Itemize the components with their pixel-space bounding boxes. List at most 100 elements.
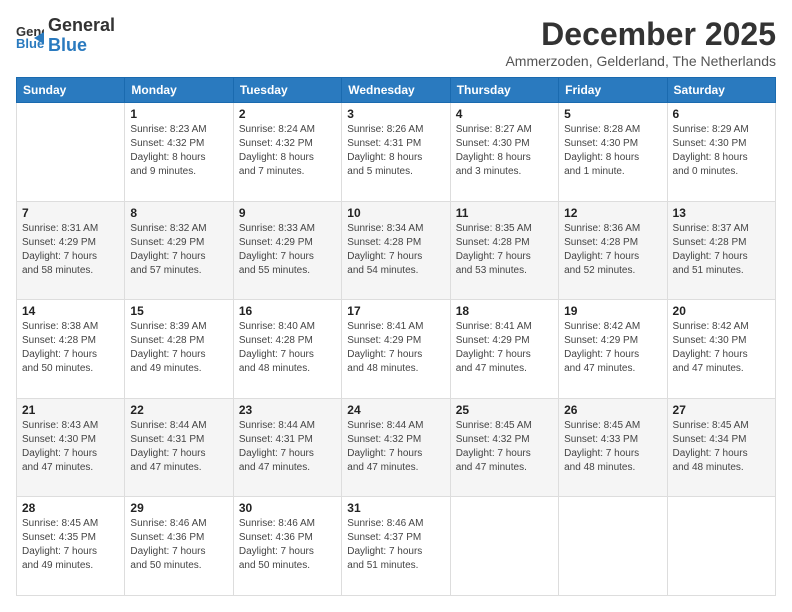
day-info: Sunrise: 8:37 AMSunset: 4:28 PMDaylight:…: [673, 222, 770, 278]
logo-text-general: General: [48, 16, 115, 36]
day-number: 1: [130, 107, 227, 121]
day-info: Sunrise: 8:43 AMSunset: 4:30 PMDaylight:…: [22, 419, 119, 475]
day-cell-0-6: 6 Sunrise: 8:29 AMSunset: 4:30 PMDaylight…: [667, 103, 775, 202]
day-info: Sunrise: 8:26 AMSunset: 4:31 PMDaylight:…: [347, 123, 444, 179]
day-cell-2-1: 15Sunrise: 8:39 AMSunset: 4:28 PMDayligh…: [125, 300, 233, 399]
day-number: 8: [130, 206, 227, 220]
day-cell-2-0: 14Sunrise: 8:38 AMSunset: 4:28 PMDayligh…: [17, 300, 125, 399]
day-cell-3-2: 23Sunrise: 8:44 AMSunset: 4:31 PMDayligh…: [233, 398, 341, 497]
day-cell-4-1: 29 Sunrise: 8:46 AMSunset: 4:36 PMDayligh…: [125, 497, 233, 596]
title-section: December 2025 Ammerzoden, Gelderland, Th…: [505, 16, 776, 69]
day-info: Sunrise: 8:46 AMSunset: 4:37 PMDaylight:…: [347, 517, 444, 573]
day-cell-1-4: 11 Sunrise: 8:35 AMSunset: 4:28 PMDayligh…: [450, 201, 558, 300]
col-header-saturday: Saturday: [667, 78, 775, 103]
day-cell-2-5: 19 Sunrise: 8:42 AMSunset: 4:29 PMDayligh…: [559, 300, 667, 399]
col-header-thursday: Thursday: [450, 78, 558, 103]
day-number: 6: [673, 107, 770, 121]
logo-text-blue: Blue: [48, 36, 115, 56]
day-number: 11: [456, 206, 553, 220]
day-info: Sunrise: 8:31 AMSunset: 4:29 PMDaylight:…: [22, 222, 119, 278]
day-info: Sunrise: 8:44 AMSunset: 4:32 PMDaylight:…: [347, 419, 444, 475]
col-header-monday: Monday: [125, 78, 233, 103]
day-number: 27: [673, 403, 770, 417]
day-number: 23: [239, 403, 336, 417]
day-number: 26: [564, 403, 661, 417]
day-number: 16: [239, 304, 336, 318]
day-number: 31: [347, 501, 444, 515]
day-info: Sunrise: 8:46 AMSunset: 4:36 PMDaylight:…: [239, 517, 336, 573]
day-cell-2-4: 18Sunrise: 8:41 AMSunset: 4:29 PMDayligh…: [450, 300, 558, 399]
day-cell-3-0: 21Sunrise: 8:43 AMSunset: 4:30 PMDayligh…: [17, 398, 125, 497]
day-info: Sunrise: 8:34 AMSunset: 4:28 PMDaylight:…: [347, 222, 444, 278]
day-cell-2-6: 20 Sunrise: 8:42 AMSunset: 4:30 PMDayligh…: [667, 300, 775, 399]
day-cell-3-6: 27 Sunrise: 8:45 AMSunset: 4:34 PMDayligh…: [667, 398, 775, 497]
day-cell-1-3: 10Sunrise: 8:34 AMSunset: 4:28 PMDayligh…: [342, 201, 450, 300]
week-row-5: 28 Sunrise: 8:45 AMSunset: 4:35 PMDayligh…: [17, 497, 776, 596]
day-info: Sunrise: 8:45 AMSunset: 4:34 PMDaylight:…: [673, 419, 770, 475]
day-cell-1-0: 7 Sunrise: 8:31 AMSunset: 4:29 PMDaylight…: [17, 201, 125, 300]
day-cell-2-2: 16 Sunrise: 8:40 AMSunset: 4:28 PMDayligh…: [233, 300, 341, 399]
day-info: Sunrise: 8:28 AMSunset: 4:30 PMDaylight:…: [564, 123, 661, 179]
week-row-1: 1 Sunrise: 8:23 AMSunset: 4:32 PMDaylight…: [17, 103, 776, 202]
col-header-tuesday: Tuesday: [233, 78, 341, 103]
day-cell-0-4: 4 Sunrise: 8:27 AMSunset: 4:30 PMDaylight…: [450, 103, 558, 202]
location: Ammerzoden, Gelderland, The Netherlands: [505, 53, 776, 69]
day-cell-3-1: 22Sunrise: 8:44 AMSunset: 4:31 PMDayligh…: [125, 398, 233, 497]
day-number: 22: [130, 403, 227, 417]
day-cell-1-6: 13 Sunrise: 8:37 AMSunset: 4:28 PMDayligh…: [667, 201, 775, 300]
day-cell-3-4: 25 Sunrise: 8:45 AMSunset: 4:32 PMDayligh…: [450, 398, 558, 497]
day-info: Sunrise: 8:45 AMSunset: 4:35 PMDaylight:…: [22, 517, 119, 573]
day-cell-0-0: [17, 103, 125, 202]
day-cell-4-4: [450, 497, 558, 596]
day-number: 13: [673, 206, 770, 220]
day-info: Sunrise: 8:35 AMSunset: 4:28 PMDaylight:…: [456, 222, 553, 278]
day-number: 15: [130, 304, 227, 318]
calendar-table: Sunday Monday Tuesday Wednesday Thursday…: [16, 77, 776, 596]
calendar-header-row: Sunday Monday Tuesday Wednesday Thursday…: [17, 78, 776, 103]
day-number: 30: [239, 501, 336, 515]
day-number: 4: [456, 107, 553, 121]
header: General Blue General Blue December 2025 …: [16, 16, 776, 69]
page: General Blue General Blue December 2025 …: [0, 0, 792, 612]
day-info: Sunrise: 8:23 AMSunset: 4:32 PMDaylight:…: [130, 123, 227, 179]
day-number: 17: [347, 304, 444, 318]
day-number: 9: [239, 206, 336, 220]
day-info: Sunrise: 8:27 AMSunset: 4:30 PMDaylight:…: [456, 123, 553, 179]
day-cell-0-1: 1 Sunrise: 8:23 AMSunset: 4:32 PMDaylight…: [125, 103, 233, 202]
day-info: Sunrise: 8:33 AMSunset: 4:29 PMDaylight:…: [239, 222, 336, 278]
col-header-sunday: Sunday: [17, 78, 125, 103]
week-row-3: 14Sunrise: 8:38 AMSunset: 4:28 PMDayligh…: [17, 300, 776, 399]
day-number: 28: [22, 501, 119, 515]
logo: General Blue General Blue: [16, 16, 115, 56]
day-info: Sunrise: 8:29 AMSunset: 4:30 PMDaylight:…: [673, 123, 770, 179]
day-info: Sunrise: 8:41 AMSunset: 4:29 PMDaylight:…: [347, 320, 444, 376]
day-cell-0-5: 5 Sunrise: 8:28 AMSunset: 4:30 PMDaylight…: [559, 103, 667, 202]
day-info: Sunrise: 8:42 AMSunset: 4:30 PMDaylight:…: [673, 320, 770, 376]
day-cell-4-5: [559, 497, 667, 596]
svg-text:Blue: Blue: [16, 36, 44, 50]
day-info: Sunrise: 8:46 AMSunset: 4:36 PMDaylight:…: [130, 517, 227, 573]
day-info: Sunrise: 8:36 AMSunset: 4:28 PMDaylight:…: [564, 222, 661, 278]
day-info: Sunrise: 8:45 AMSunset: 4:32 PMDaylight:…: [456, 419, 553, 475]
day-cell-0-2: 2Sunrise: 8:24 AMSunset: 4:32 PMDaylight…: [233, 103, 341, 202]
day-number: 19: [564, 304, 661, 318]
day-number: 12: [564, 206, 661, 220]
day-number: 20: [673, 304, 770, 318]
day-info: Sunrise: 8:38 AMSunset: 4:28 PMDaylight:…: [22, 320, 119, 376]
day-info: Sunrise: 8:40 AMSunset: 4:28 PMDaylight:…: [239, 320, 336, 376]
day-cell-4-6: [667, 497, 775, 596]
day-number: 3: [347, 107, 444, 121]
day-number: 25: [456, 403, 553, 417]
day-cell-4-2: 30 Sunrise: 8:46 AMSunset: 4:36 PMDayligh…: [233, 497, 341, 596]
day-info: Sunrise: 8:24 AMSunset: 4:32 PMDaylight:…: [239, 123, 336, 179]
day-cell-3-5: 26Sunrise: 8:45 AMSunset: 4:33 PMDayligh…: [559, 398, 667, 497]
col-header-friday: Friday: [559, 78, 667, 103]
week-row-4: 21Sunrise: 8:43 AMSunset: 4:30 PMDayligh…: [17, 398, 776, 497]
day-number: 5: [564, 107, 661, 121]
day-info: Sunrise: 8:42 AMSunset: 4:29 PMDaylight:…: [564, 320, 661, 376]
day-cell-1-5: 12 Sunrise: 8:36 AMSunset: 4:28 PMDayligh…: [559, 201, 667, 300]
col-header-wednesday: Wednesday: [342, 78, 450, 103]
day-number: 7: [22, 206, 119, 220]
day-number: 29: [130, 501, 227, 515]
month-title: December 2025: [505, 16, 776, 53]
